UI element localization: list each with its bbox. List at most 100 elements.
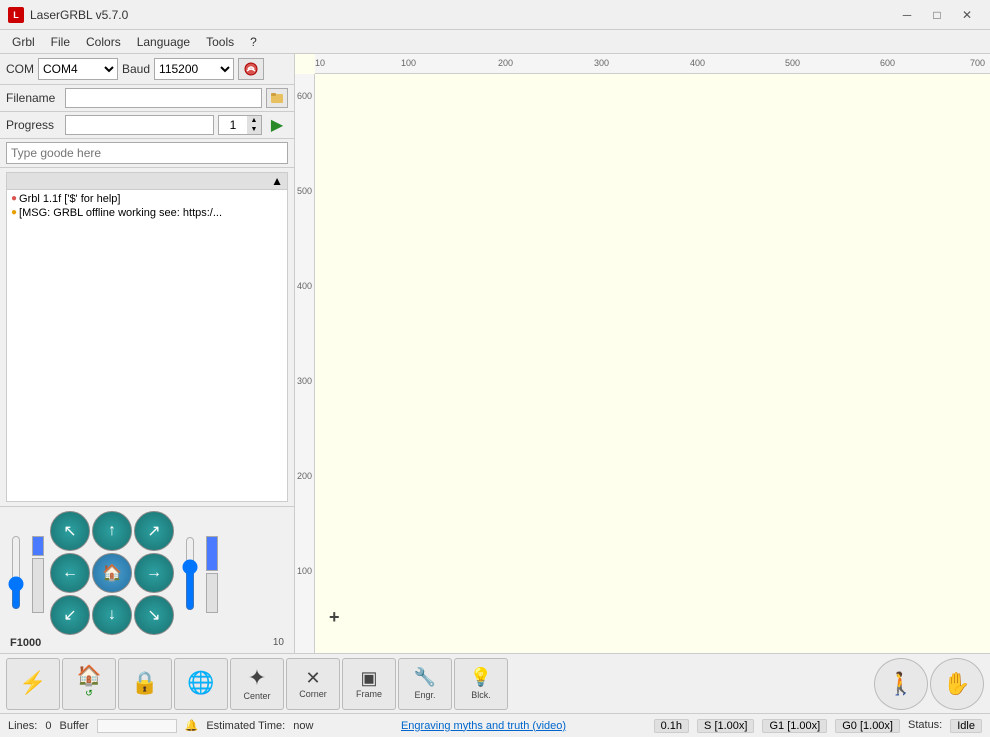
corner-icon: ✕ (305, 669, 320, 687)
globe-icon: 🌐 (187, 672, 214, 694)
jog-up-right[interactable]: ↗ (134, 511, 174, 551)
jog-left[interactable]: ← (50, 553, 90, 593)
ruler-h-1: 100 (401, 58, 416, 68)
toolbar-btn-frame[interactable]: ▣ Frame (342, 658, 396, 710)
menu-language[interactable]: Language (129, 33, 198, 51)
left-slider-container (6, 535, 26, 612)
file-open-button[interactable] (266, 88, 288, 108)
run-button[interactable]: ▶ (266, 115, 288, 135)
toolbar-btn-engrave[interactable]: 🔧 Engr. (398, 658, 452, 710)
buffer-label: Buffer (59, 720, 88, 732)
console-line-2: ● [MSG: GRBL offline working see: https:… (9, 206, 285, 220)
ruler-v-6: 600 (297, 91, 312, 101)
g1-badge: G1 [1.00x] (762, 719, 827, 733)
bottom-toolbar: ⚡ 🏠 ↺ 🔒 🌐 ✦ Center ✕ Corner ▣ Frame 🔧 En… (0, 653, 990, 713)
spinner-up[interactable]: ▲ (247, 116, 261, 125)
menu-file[interactable]: File (43, 33, 78, 51)
engraving-link[interactable]: Engraving myths and truth (video) (321, 720, 645, 732)
spinner-down[interactable]: ▼ (247, 125, 261, 134)
app-icon: L (8, 7, 24, 23)
connect-button[interactable] (238, 58, 264, 80)
indicator-fill (32, 536, 44, 556)
toolbar-btn-lock[interactable]: 🔒 (118, 658, 172, 710)
console-line-1: ● Grbl 1.1f ['$' for help] (9, 192, 285, 206)
progress-spinner[interactable]: ▲ ▼ (218, 115, 262, 135)
toolbar-btn-black[interactable]: 💡 Blck. (454, 658, 508, 710)
controls-area: ↖ ↑ ↗ ← 🏠 → ↙ ↓ ↘ (0, 506, 294, 653)
jog-grid: ↖ ↑ ↗ ← 🏠 → ↙ ↓ ↘ (50, 511, 174, 635)
speed-labels: F1000 10 (6, 637, 288, 649)
jog-up-left[interactable]: ↖ (50, 511, 90, 551)
ruler-v-5: 500 (297, 186, 312, 196)
engrave-icon: 🔧 (414, 667, 436, 688)
fire-icon: ⚡ (19, 672, 46, 694)
progress-spinner-input[interactable] (219, 116, 247, 134)
right-slider-1[interactable] (180, 536, 200, 611)
com-label: COM (6, 62, 34, 76)
left-speed-slider[interactable] (6, 535, 26, 610)
right-slider-1-container (180, 536, 200, 611)
console-icon-1: ● (11, 193, 17, 204)
gcode-input[interactable] (6, 142, 288, 164)
jog-up[interactable]: ↑ (92, 511, 132, 551)
jog-right[interactable]: → (134, 553, 174, 593)
progress-row: Progress ▲ ▼ ▶ (0, 112, 294, 139)
jog-down-right[interactable]: ↘ (134, 595, 174, 635)
canvas-area: X: 30.713 Y: 69.137 Z: 32.040 10 100 200… (295, 54, 990, 653)
com-select[interactable]: COM4 (38, 58, 118, 80)
maximize-button[interactable]: □ (922, 5, 952, 25)
frame-icon: ▣ (360, 669, 377, 687)
black-icon: 💡 (470, 667, 492, 688)
toolbar-btn-fire[interactable]: ⚡ (6, 658, 60, 710)
toolbar-btn-walk[interactable]: 🚶 (874, 658, 928, 710)
ruler-v-2: 200 (297, 471, 312, 481)
spinner-buttons: ▲ ▼ (247, 116, 261, 134)
console-scroll-toggle[interactable]: ▲ (271, 174, 283, 188)
filename-label: Filename (6, 91, 61, 105)
left-panel: COM COM4 Baud 115200 Filename (0, 54, 295, 653)
lines-label: Lines: (8, 720, 37, 732)
right-indicator (206, 533, 218, 613)
window-controls: ─ □ ✕ (892, 5, 982, 25)
ruler-v-3: 300 (297, 376, 312, 386)
menu-bar: Grbl File Colors Language Tools ? (0, 30, 990, 54)
status-bar: Lines: 0 Buffer 🔔 Estimated Time: now En… (0, 713, 990, 737)
jog-down-left[interactable]: ↙ (50, 595, 90, 635)
jog-home[interactable]: 🏠 (92, 553, 132, 593)
console-text-1: Grbl 1.1f ['$' for help] (19, 193, 120, 205)
crosshair: + (329, 608, 340, 626)
buffer-icon: 🔔 (185, 719, 199, 732)
close-button[interactable]: ✕ (952, 5, 982, 25)
connect-icon (243, 61, 259, 77)
console-area[interactable]: ● Grbl 1.1f ['$' for help] ● [MSG: GRBL … (6, 189, 288, 502)
menu-grbl[interactable]: Grbl (4, 33, 43, 51)
f-label: F1000 (10, 637, 41, 649)
canvas-work-area: + (315, 74, 990, 653)
baud-select[interactable]: 115200 (154, 58, 234, 80)
toolbar-btn-globe[interactable]: 🌐 (174, 658, 228, 710)
status-value: Idle (950, 719, 982, 733)
menu-tools[interactable]: Tools (198, 33, 242, 51)
home-icon: 🏠 (77, 666, 102, 686)
toolbar-btn-corner[interactable]: ✕ Corner (286, 658, 340, 710)
ruler-h-2: 200 (498, 58, 513, 68)
ruler-h-3: 300 (594, 58, 609, 68)
progress-bar (65, 115, 214, 135)
console-header: ▲ (6, 172, 288, 189)
toolbar-btn-home[interactable]: 🏠 ↺ (62, 658, 116, 710)
minimize-button[interactable]: ─ (892, 5, 922, 25)
toolbar-btn-stop[interactable]: ✋ (930, 658, 984, 710)
title-bar: L LaserGRBL v5.7.0 ─ □ ✕ (0, 0, 990, 30)
g0-badge: G0 [1.00x] (835, 719, 900, 733)
filename-input[interactable] (65, 88, 262, 108)
console-text-2: [MSG: GRBL offline working see: https:/.… (19, 207, 222, 219)
jog-down[interactable]: ↓ (92, 595, 132, 635)
progress-label: Progress (6, 118, 61, 132)
menu-help[interactable]: ? (242, 33, 265, 51)
corner-label: Corner (299, 689, 327, 699)
menu-colors[interactable]: Colors (78, 33, 129, 51)
buffer-bar (97, 719, 177, 733)
toolbar-btn-center[interactable]: ✦ Center (230, 658, 284, 710)
console-icon-2: ● (11, 207, 17, 218)
estimated-label: Estimated Time: (206, 720, 285, 732)
